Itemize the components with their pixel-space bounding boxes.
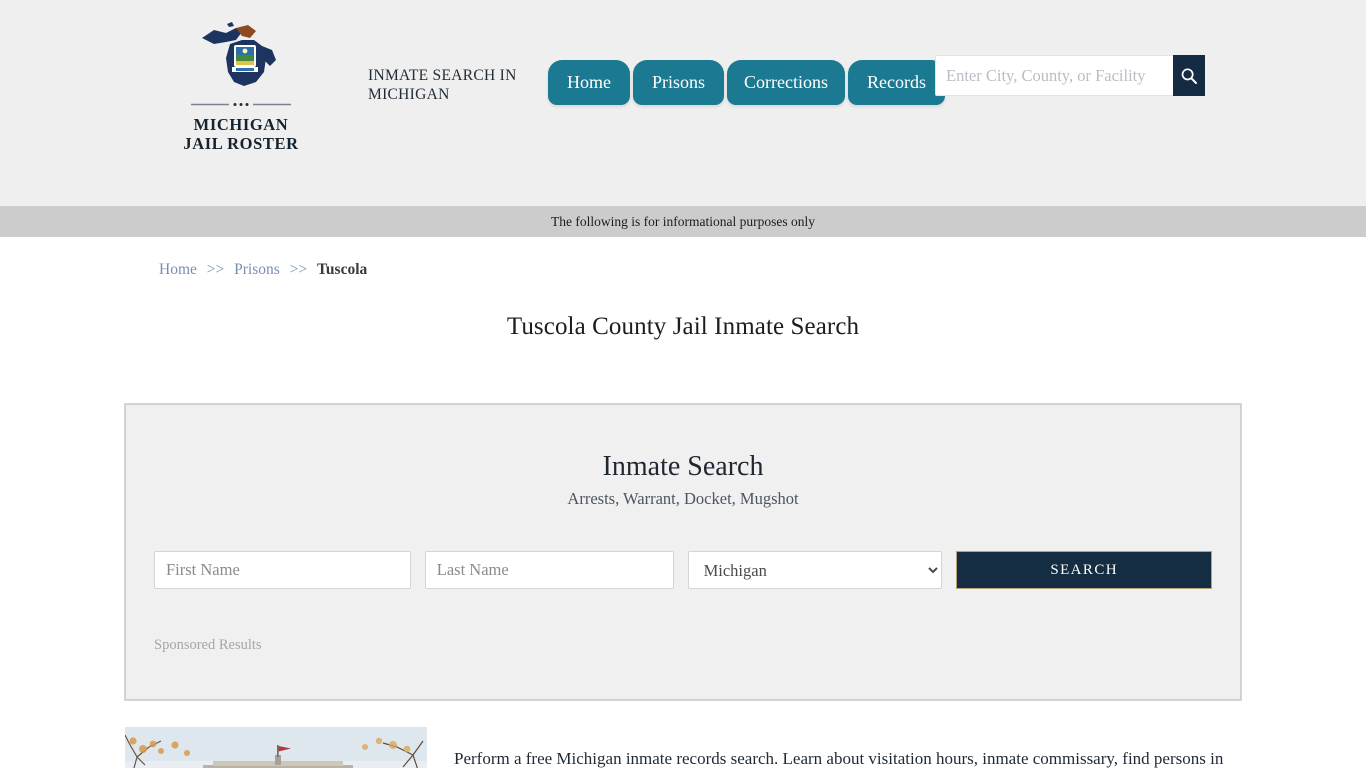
- county-jail-photo: [125, 727, 427, 768]
- breadcrumb-separator: >>: [206, 261, 225, 278]
- tagline-line1: INMATE SEARCH IN: [368, 67, 517, 84]
- last-name-input[interactable]: [424, 551, 674, 589]
- first-name-input[interactable]: [154, 551, 411, 589]
- main-navigation: Home Prisons Corrections Records: [548, 60, 945, 105]
- header-search: [935, 55, 1205, 96]
- tagline-line2: MICHIGAN: [368, 86, 450, 103]
- header-search-button[interactable]: [1173, 55, 1205, 96]
- panel-subtitle: Arrests, Warrant, Docket, Mugshot: [567, 489, 799, 508]
- breadcrumb-item-home[interactable]: Home: [159, 261, 197, 278]
- header-search-input[interactable]: [935, 55, 1173, 96]
- logo-text-line1: MICHIGAN: [193, 115, 289, 134]
- site-logo[interactable]: MICHIGAN JAIL ROSTER: [161, 20, 321, 153]
- michigan-state-outline-icon: [202, 22, 276, 86]
- site-tagline: INMATE SEARCH IN MICHIGAN: [368, 66, 578, 104]
- jail-building-image: [125, 727, 427, 768]
- intro-content-row: Perform a free Michigan inmate records s…: [125, 727, 1241, 768]
- state-select[interactable]: MichiganAlabamaAlaskaArizonaCaliforniaFl…: [687, 551, 943, 589]
- search-submit-button[interactable]: SEARCH: [956, 551, 1212, 589]
- breadcrumb: Home >> Prisons >> Tuscola: [123, 237, 1243, 279]
- inmate-search-form: MichiganAlabamaAlaskaArizonaCaliforniaFl…: [154, 551, 1212, 589]
- nav-tab-home[interactable]: Home: [548, 60, 630, 105]
- logo-text-line2: JAIL ROSTER: [183, 134, 299, 153]
- nav-tab-prisons[interactable]: Prisons: [633, 60, 725, 105]
- logo-divider-icon: [191, 103, 291, 106]
- nav-tab-records[interactable]: Records: [848, 60, 945, 105]
- page-title: Tuscola County Jail Inmate Search: [506, 313, 860, 340]
- intro-paragraph: Perform a free Michigan inmate records s…: [454, 749, 1224, 768]
- informational-notice-band: The following is for informational purpo…: [0, 206, 1366, 237]
- site-header: MICHIGAN JAIL ROSTER INMATE SEARCH IN MI…: [0, 0, 1366, 206]
- notice-text: The following is for informational purpo…: [551, 213, 815, 229]
- nav-tab-corrections[interactable]: Corrections: [727, 60, 845, 105]
- search-icon: [1181, 67, 1197, 84]
- sponsored-results-label: Sponsored Results: [154, 637, 262, 653]
- breadcrumb-item-current: Tuscola: [317, 261, 368, 278]
- breadcrumb-item-prisons[interactable]: Prisons: [234, 261, 280, 278]
- inmate-search-panel: Inmate Search Arrests, Warrant, Docket, …: [124, 403, 1242, 701]
- panel-title: Inmate Search: [602, 451, 764, 482]
- breadcrumb-separator: >>: [289, 261, 308, 278]
- main-content: Home >> Prisons >> Tuscola Tuscola Count…: [123, 237, 1243, 768]
